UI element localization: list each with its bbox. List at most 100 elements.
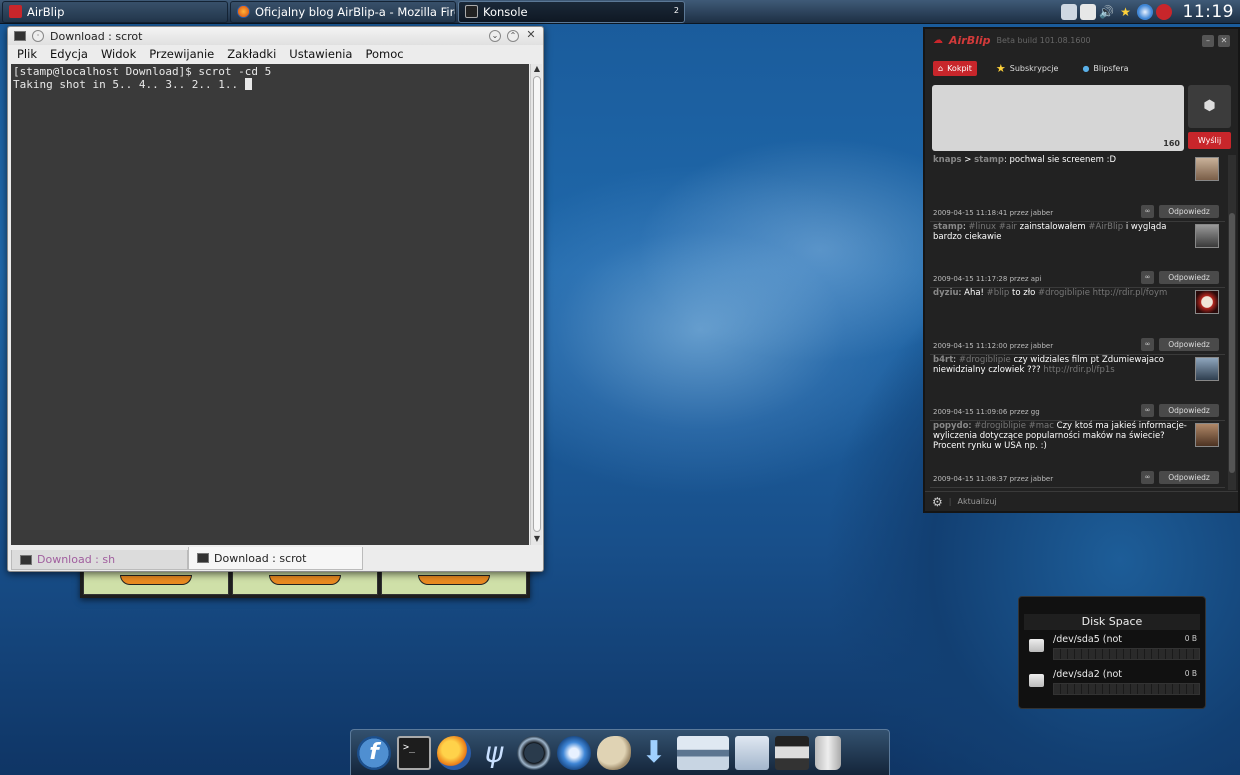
permalink-icon[interactable]: ∞ bbox=[1141, 204, 1154, 218]
browser-icon[interactable] bbox=[1136, 4, 1153, 20]
desktop-switcher-icon[interactable] bbox=[677, 735, 729, 770]
reply-button[interactable]: Odpowiedz bbox=[1159, 204, 1219, 218]
close-button[interactable]: ✕ bbox=[1218, 35, 1230, 47]
permalink-icon[interactable]: ∞ bbox=[1141, 470, 1154, 484]
minimize-button[interactable]: ⌄ bbox=[489, 30, 501, 42]
tab-download-sh[interactable]: Download : sh bbox=[11, 550, 188, 570]
terminal-output[interactable]: [stamp@localhost Download]$ scrot -cd 5 … bbox=[11, 64, 529, 545]
avatar[interactable] bbox=[1195, 223, 1219, 248]
avatar[interactable] bbox=[1195, 423, 1219, 447]
message-input[interactable]: 160 bbox=[932, 85, 1184, 151]
palette-icon[interactable] bbox=[597, 735, 631, 770]
post-tags[interactable]: #drogiblipie #mac bbox=[974, 421, 1054, 431]
reply-button[interactable]: Odpowiedz bbox=[1159, 470, 1219, 484]
maximize-button[interactable]: ⌃ bbox=[507, 30, 519, 42]
menu-edycja[interactable]: Edycja bbox=[50, 47, 88, 61]
post-user[interactable]: stamp bbox=[933, 222, 963, 232]
post-user[interactable]: b4rt bbox=[933, 355, 953, 365]
tab-download-scrot[interactable]: Download : scrot bbox=[188, 547, 363, 570]
feed-scrollbar[interactable] bbox=[1228, 155, 1236, 490]
avatar[interactable] bbox=[1195, 356, 1219, 381]
firefox-icon[interactable] bbox=[437, 735, 471, 770]
sticky-button[interactable]: · bbox=[32, 30, 44, 42]
attach-image-button[interactable]: ⬢ bbox=[1188, 85, 1231, 128]
nav-label: Subskrypcje bbox=[1009, 63, 1059, 73]
post-link[interactable]: #drogiblipie http://rdir.pl/foym bbox=[1038, 288, 1167, 298]
window-title: Download : scrot bbox=[50, 29, 143, 43]
minimize-button[interactable]: – bbox=[1202, 35, 1214, 47]
volume-icon[interactable]: 🔊 bbox=[1099, 4, 1115, 20]
task-konsole[interactable]: Konsole 2 bbox=[458, 0, 685, 23]
trash-icon[interactable] bbox=[815, 735, 841, 770]
menu-zakladki[interactable]: Zakładki bbox=[227, 47, 276, 61]
task-airblip[interactable]: AirBlip bbox=[2, 0, 228, 23]
post-tags[interactable]: #drogiblipie bbox=[959, 355, 1011, 365]
scrollbar-thumb[interactable] bbox=[1229, 213, 1235, 473]
comic-strip-window[interactable] bbox=[80, 568, 530, 598]
scroll-down-icon[interactable]: ▼ bbox=[531, 534, 543, 545]
post-recipient[interactable]: stamp bbox=[974, 155, 1004, 165]
menu-pomoc[interactable]: Pomoc bbox=[365, 47, 403, 61]
disk-space-widget[interactable]: Disk Space /dev/sda5 (not a 0 B /dev/sda… bbox=[1018, 596, 1206, 709]
menu-przewijanie[interactable]: Przewijanie bbox=[149, 47, 214, 61]
avatar[interactable] bbox=[1195, 157, 1219, 181]
hard-drive-icon bbox=[1029, 639, 1044, 652]
clipboard-icon[interactable] bbox=[1079, 4, 1096, 20]
permalink-icon[interactable]: ∞ bbox=[1141, 337, 1154, 351]
gear-icon[interactable]: ⚙ bbox=[932, 495, 943, 509]
post-tags[interactable]: #AirBlip bbox=[1088, 222, 1123, 232]
post-meta: 2009-04-15 11:09:06 przez gg bbox=[933, 408, 1040, 416]
network-icon[interactable] bbox=[735, 735, 769, 770]
printer-icon[interactable] bbox=[775, 735, 809, 770]
network-monitor-icon[interactable] bbox=[1060, 4, 1077, 20]
avatar[interactable] bbox=[1195, 290, 1219, 314]
reply-button[interactable]: Odpowiedz bbox=[1159, 404, 1219, 417]
konsole-window[interactable]: · Download : scrot ⌄ ⌃ ✕ Plik Edycja Wid… bbox=[7, 26, 544, 572]
permalink-icon[interactable]: ∞ bbox=[1141, 404, 1154, 417]
disk-device[interactable]: /dev/sda5 (not a 0 B bbox=[1019, 631, 1205, 665]
post-text: pochwal sie screenem :D bbox=[1009, 155, 1116, 165]
safari-icon[interactable] bbox=[557, 735, 591, 770]
menu-widok[interactable]: Widok bbox=[101, 47, 136, 61]
status-post: b4rt: #drogiblipie czy widziales film pt… bbox=[930, 355, 1225, 421]
scrollbar-thumb[interactable] bbox=[533, 76, 541, 532]
post-link[interactable]: http://rdir.pl/fp1s bbox=[1043, 365, 1114, 375]
disk-device[interactable]: /dev/sda2 (not a 0 B bbox=[1019, 666, 1205, 700]
task-firefox[interactable]: Oficjalny blog AirBlip-a - Mozilla Firef… bbox=[230, 0, 456, 23]
post-text: to zło bbox=[1012, 288, 1036, 298]
refresh-button[interactable]: Aktualizuj bbox=[957, 497, 996, 506]
menu-plik[interactable]: Plik bbox=[17, 47, 37, 61]
status-post: popydo: #drogiblipie #mac Czy ktoś ma ja… bbox=[930, 421, 1225, 488]
terminal-cursor bbox=[244, 78, 252, 90]
post-user[interactable]: popydo bbox=[933, 421, 968, 431]
download-icon[interactable]: ⬇ bbox=[637, 735, 671, 770]
clock[interactable]: 11:19 bbox=[1183, 2, 1235, 22]
reply-button[interactable]: Odpowiedz bbox=[1159, 337, 1219, 351]
fedora-icon[interactable]: f bbox=[357, 735, 391, 770]
send-button[interactable]: Wyślij bbox=[1188, 132, 1231, 149]
post-tags[interactable]: #blip bbox=[987, 288, 1010, 298]
post-tags[interactable]: #linux #air bbox=[968, 222, 1017, 232]
terminal-icon[interactable]: >_ bbox=[397, 735, 431, 770]
comic-panel bbox=[381, 571, 527, 595]
reply-button[interactable]: Odpowiedz bbox=[1159, 271, 1219, 284]
nav-subskrypcje[interactable]: ★ Subskrypcje bbox=[991, 59, 1064, 78]
konsole-window-icon[interactable] bbox=[14, 31, 26, 41]
post-user[interactable]: knaps bbox=[933, 155, 962, 165]
star-icon[interactable]: ★ bbox=[1118, 4, 1134, 20]
menu-ustawienia[interactable]: Ustawienia bbox=[289, 47, 352, 61]
airblip-window[interactable]: ☁ AirBlip Beta build 101.08.1600 – ✕ ⌂ Ko… bbox=[923, 27, 1240, 513]
psi-icon[interactable]: ψ bbox=[477, 736, 511, 770]
close-button[interactable]: ✕ bbox=[525, 29, 537, 42]
nav-kokpit[interactable]: ⌂ Kokpit bbox=[933, 60, 977, 76]
nav-blipsfera[interactable]: ● Blipsfera bbox=[1077, 61, 1133, 76]
konsole-titlebar[interactable]: · Download : scrot ⌄ ⌃ ✕ bbox=[8, 27, 543, 45]
device-name: /dev/sda2 (not a bbox=[1053, 669, 1125, 680]
terminal-scrollbar[interactable]: ▲ ▼ bbox=[530, 64, 542, 545]
top-panel: AirBlip Oficjalny blog AirBlip-a - Mozil… bbox=[0, 0, 1240, 24]
airblip-tray-icon[interactable] bbox=[1155, 4, 1172, 20]
lens-icon[interactable] bbox=[517, 735, 551, 770]
permalink-icon[interactable]: ∞ bbox=[1141, 271, 1154, 284]
post-user[interactable]: dyziu bbox=[933, 288, 959, 298]
scroll-up-icon[interactable]: ▲ bbox=[531, 64, 543, 75]
